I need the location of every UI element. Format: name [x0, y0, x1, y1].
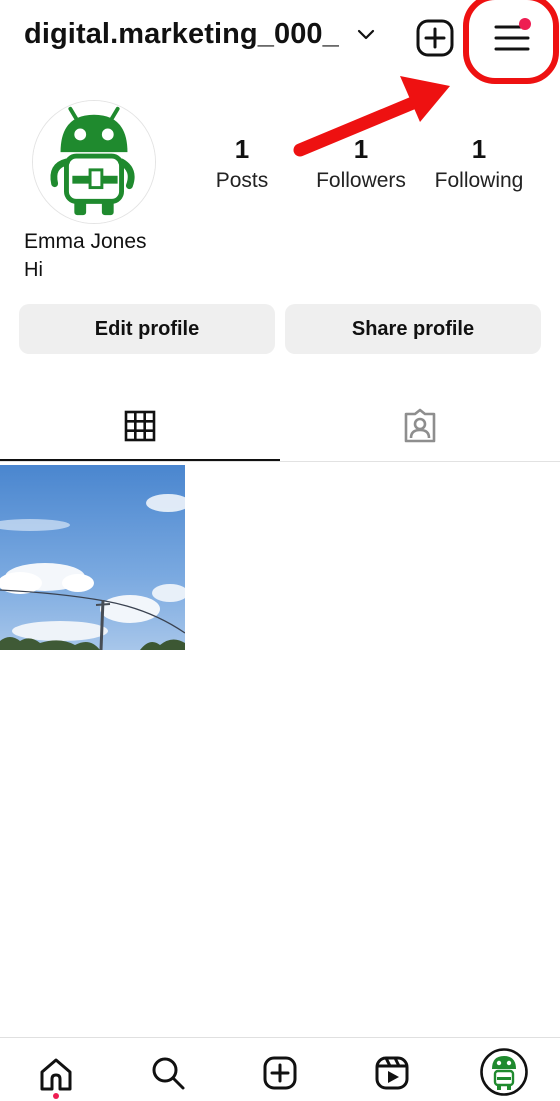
edit-profile-button[interactable]: Edit profile [19, 304, 275, 354]
android-avatar-icon [33, 101, 155, 223]
sky-photo [0, 465, 185, 650]
stat-posts[interactable]: 1 Posts [182, 133, 302, 196]
search-icon[interactable] [150, 1055, 186, 1091]
share-profile-button[interactable]: Share profile [285, 304, 541, 354]
create-post-icon[interactable] [262, 1055, 298, 1091]
tab-divider [0, 461, 560, 462]
stat-followers-label: Followers [316, 169, 406, 192]
profile-username[interactable]: digital.marketing_000_ [24, 18, 339, 51]
grid-icon[interactable] [124, 410, 156, 442]
profile-display-name: Emma Jones [24, 230, 147, 253]
home-icon[interactable] [38, 1056, 74, 1092]
stat-following-value: 1 [471, 134, 487, 164]
active-tab-indicator [0, 459, 280, 461]
reels-icon[interactable] [374, 1055, 410, 1091]
profile-avatar[interactable] [32, 100, 156, 224]
post-thumbnail[interactable] [0, 465, 185, 650]
stat-followers-value: 1 [353, 134, 369, 164]
stat-followers[interactable]: 1 Followers [301, 133, 421, 196]
chevron-down-icon[interactable] [356, 27, 376, 41]
profile-avatar-icon[interactable] [480, 1048, 528, 1096]
profile-bio: Hi [24, 259, 43, 281]
tagged-person-icon[interactable] [402, 408, 438, 444]
annotation-highlight-circle [463, 0, 559, 84]
stat-following-label: Following [434, 169, 524, 192]
home-notification-dot [53, 1093, 59, 1099]
plus-square-icon[interactable] [415, 18, 455, 58]
stat-posts-value: 1 [234, 134, 250, 164]
stat-following[interactable]: 1 Following [419, 133, 539, 196]
stat-posts-label: Posts [215, 169, 269, 192]
